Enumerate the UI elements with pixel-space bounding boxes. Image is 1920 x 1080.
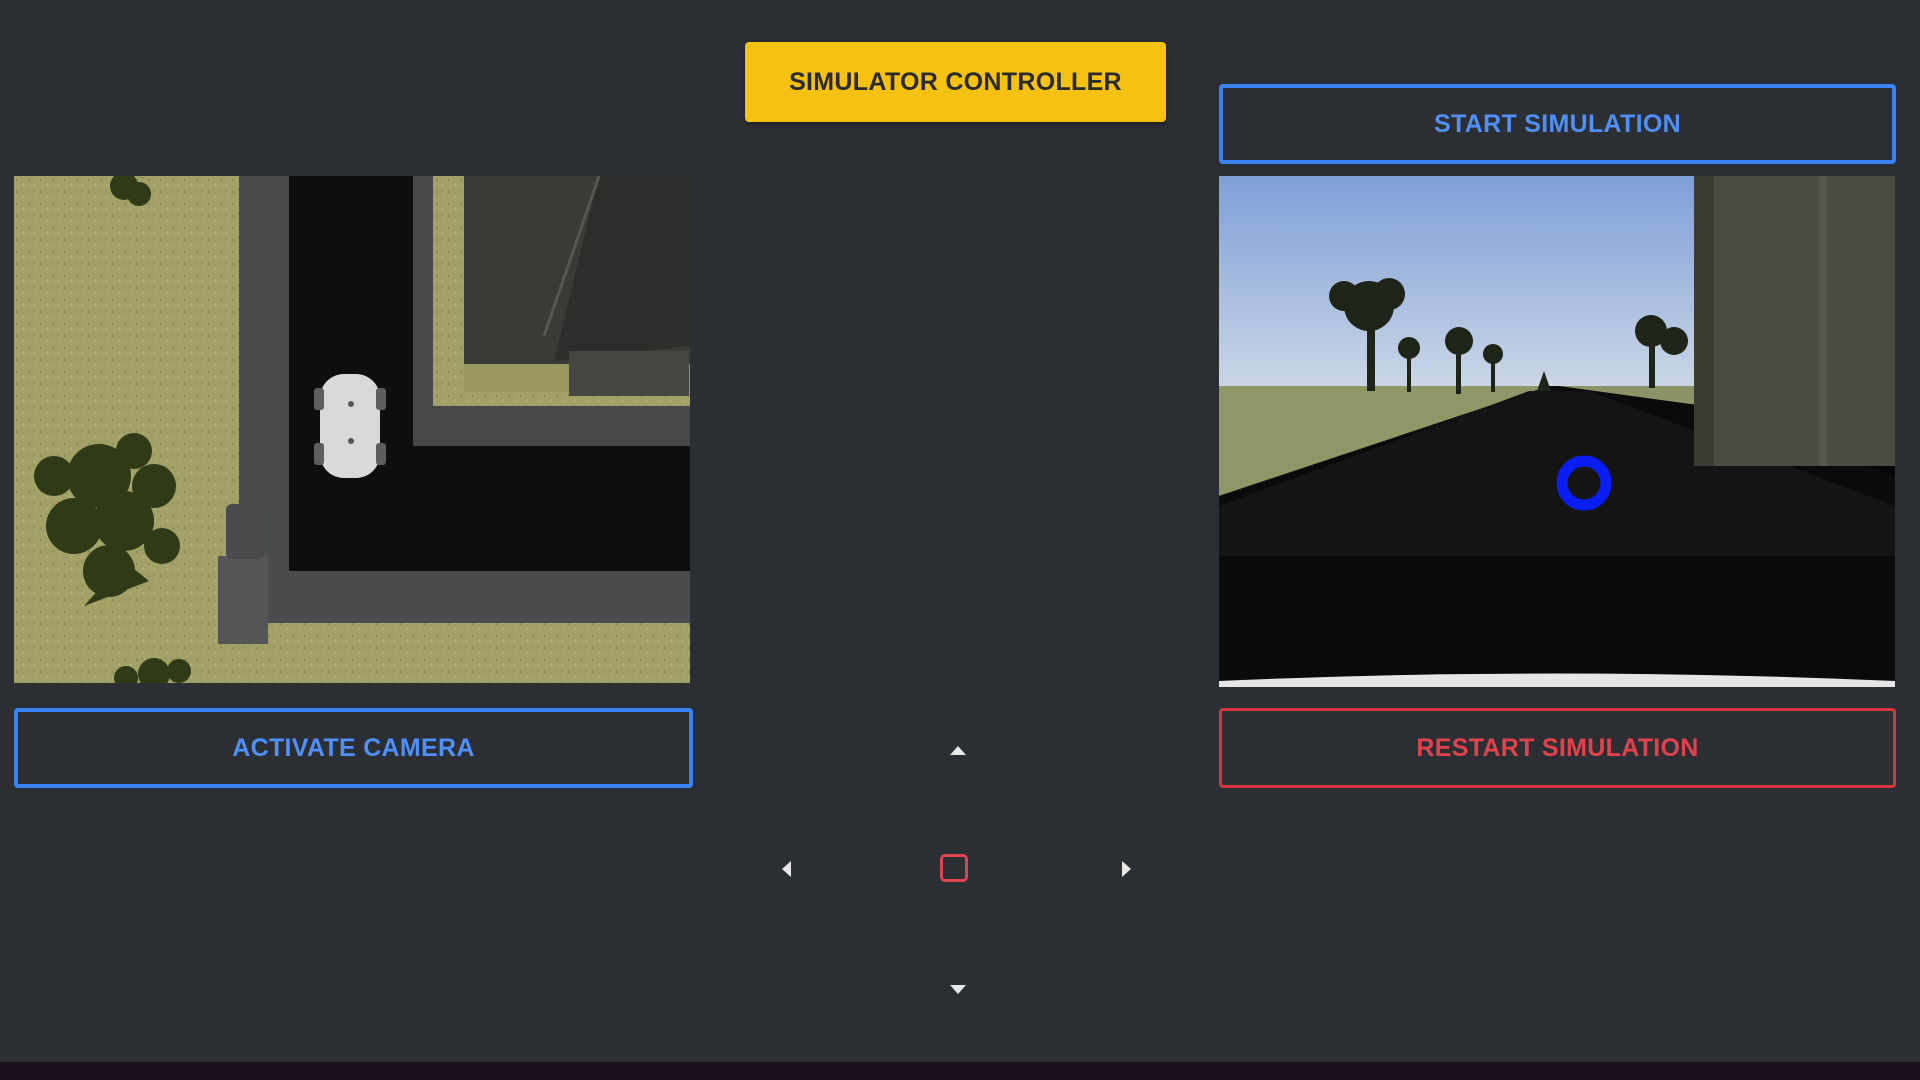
overhead-map-image bbox=[14, 176, 690, 683]
stop-icon[interactable] bbox=[940, 854, 968, 882]
restart-simulation-button[interactable]: RESTART SIMULATION bbox=[1219, 708, 1896, 788]
bottom-bar bbox=[0, 1062, 1920, 1080]
arrow-right-icon[interactable] bbox=[1122, 861, 1131, 877]
activate-camera-button[interactable]: ACTIVATE CAMERA bbox=[14, 708, 693, 788]
start-simulation-button[interactable]: START SIMULATION bbox=[1219, 84, 1896, 164]
front-camera-view bbox=[1219, 176, 1895, 687]
overhead-map-view bbox=[14, 176, 690, 683]
simulator-controller-button[interactable]: SIMULATOR CONTROLLER bbox=[745, 42, 1166, 122]
camera-feed-image bbox=[1219, 176, 1895, 687]
arrow-up-icon[interactable] bbox=[950, 746, 966, 755]
arrow-left-icon[interactable] bbox=[782, 861, 791, 877]
arrow-down-icon[interactable] bbox=[950, 985, 966, 994]
